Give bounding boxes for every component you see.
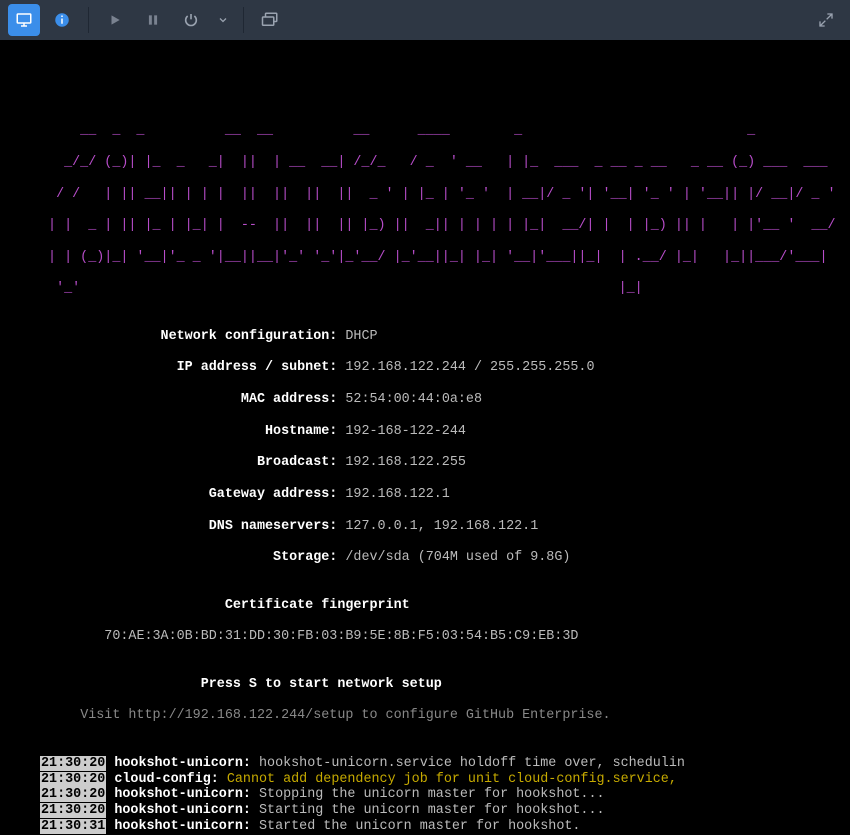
monitor-button[interactable] [8, 4, 40, 36]
prompt-row: Press S to start network setup [40, 677, 442, 692]
ascii-banner-line: / / | || __|| | | | || || || || _ ' | |_… [40, 187, 844, 202]
log-source: hookshot-unicorn: [114, 787, 251, 802]
log-message: Starting the unicorn master for hookshot… [259, 803, 605, 818]
visit-url-prompt: Visit http://192.168.122.244/setup to co… [80, 708, 610, 723]
popout-icon [818, 12, 834, 28]
ascii-banner-line: '_' |_| [40, 281, 836, 296]
net-row: IP address / subnet: 192.168.122.244 / 2… [40, 360, 594, 375]
power-icon [183, 12, 199, 28]
net-ip-label: IP address / subnet: [177, 360, 338, 375]
log-line: 21:30:20 hookshot-unicorn: Stopping the … [40, 787, 810, 803]
net-row: DNS nameservers: 127.0.0.1, 192.168.122.… [40, 519, 538, 534]
net-storage-value: /dev/sda (704M used of 9.8G) [345, 550, 570, 565]
log-timestamp: 21:30:20 [40, 772, 106, 787]
net-storage-label: Storage: [273, 550, 337, 565]
net-mac-value: 52:54:00:44:0a:e8 [345, 392, 482, 407]
power-button[interactable] [175, 4, 207, 36]
info-icon [53, 11, 71, 29]
net-row: Broadcast: 192.168.122.255 [40, 455, 466, 470]
ascii-banner-line: | | _ | || |_ | |_| | -- || || || |_) ||… [40, 218, 844, 233]
cert-row: 70:AE:3A:0B:BD:31:DD:30:FB:03:B9:5E:8B:F… [40, 629, 578, 644]
log-timestamp: 21:30:20 [40, 803, 106, 818]
log-message: Stopping the unicorn master for hookshot… [259, 787, 605, 802]
net-config-label: Network configuration: [161, 329, 338, 344]
pause-button[interactable] [137, 4, 169, 36]
net-dns-value: 127.0.0.1, 192.168.122.1 [345, 519, 538, 534]
log-source: cloud-config: [114, 772, 218, 787]
net-mac-label: MAC address: [241, 392, 337, 407]
ascii-banner-line: _/_/ (_)| |_ _ _| || | __ __| /_/_ / _ '… [40, 155, 844, 170]
toolbar-separator [88, 7, 89, 33]
log-line: 21:30:20 hookshot-unicorn: hookshot-unic… [40, 756, 810, 772]
log-message: Started the unicorn master for hookshot. [259, 819, 580, 834]
prompt-row: Visit http://192.168.122.244/setup to co… [40, 708, 611, 723]
log-timestamp: 21:30:31 [40, 819, 106, 834]
net-dns-label: DNS nameservers: [209, 519, 338, 534]
net-row: MAC address: 52:54:00:44:0a:e8 [40, 392, 482, 407]
monitor-icon [15, 11, 33, 29]
info-button[interactable] [46, 4, 78, 36]
log-line: 21:30:20 cloud-config: Cannot add depend… [40, 772, 810, 788]
toolbar-separator [243, 7, 244, 33]
net-row: Storage: /dev/sda (704M used of 9.8G) [40, 550, 570, 565]
net-host-value: 192-168-122-244 [345, 424, 466, 439]
vm-toolbar [0, 0, 850, 40]
log-line: 21:30:20 hookshot-unicorn: Starting the … [40, 803, 810, 819]
chevron-down-icon [217, 14, 229, 26]
log-timestamp: 21:30:20 [40, 756, 106, 771]
net-gw-value: 192.168.122.1 [345, 487, 449, 502]
log-timestamp: 21:30:20 [40, 787, 106, 802]
net-row: Network configuration: DHCP [40, 329, 378, 344]
net-row: Gateway address: 192.168.122.1 [40, 487, 450, 502]
net-bcast-label: Broadcast: [257, 455, 337, 470]
pause-icon [146, 13, 160, 27]
cert-fingerprint: 70:AE:3A:0B:BD:31:DD:30:FB:03:B9:5E:8B:F… [104, 629, 578, 644]
screens-icon [260, 11, 280, 29]
play-button[interactable] [99, 4, 131, 36]
log-source: hookshot-unicorn: [114, 803, 251, 818]
log-message: hookshot-unicorn.service holdoff time ov… [259, 756, 685, 771]
net-gw-label: Gateway address: [209, 487, 338, 502]
net-row: Hostname: 192-168-122-244 [40, 424, 466, 439]
net-ip-value: 192.168.122.244 / 255.255.255.0 [345, 360, 594, 375]
log-line: 21:30:31 hookshot-unicorn: Started the u… [40, 819, 810, 835]
log-source: hookshot-unicorn: [114, 819, 251, 834]
ascii-banner-line: | | (_)|_| '__|'_ _ '|__||__|'_' '_'|_'_… [40, 250, 836, 265]
net-host-label: Hostname: [265, 424, 337, 439]
net-config-value: DHCP [345, 329, 377, 344]
press-s-prompt: Press S to start network setup [201, 677, 442, 692]
log-source: hookshot-unicorn: [114, 756, 251, 771]
displays-button[interactable] [254, 4, 286, 36]
popout-button[interactable] [810, 4, 842, 36]
net-bcast-value: 192.168.122.255 [345, 455, 466, 470]
play-icon [108, 13, 122, 27]
vm-console[interactable]: __ _ _ __ __ __ ____ _ _ _/_/ (_)| |_ _ … [0, 40, 850, 600]
log-message: Cannot add dependency job for unit cloud… [227, 772, 677, 787]
ascii-banner-line: __ _ _ __ __ __ ____ _ _ [40, 123, 850, 138]
power-menu-button[interactable] [213, 4, 233, 36]
